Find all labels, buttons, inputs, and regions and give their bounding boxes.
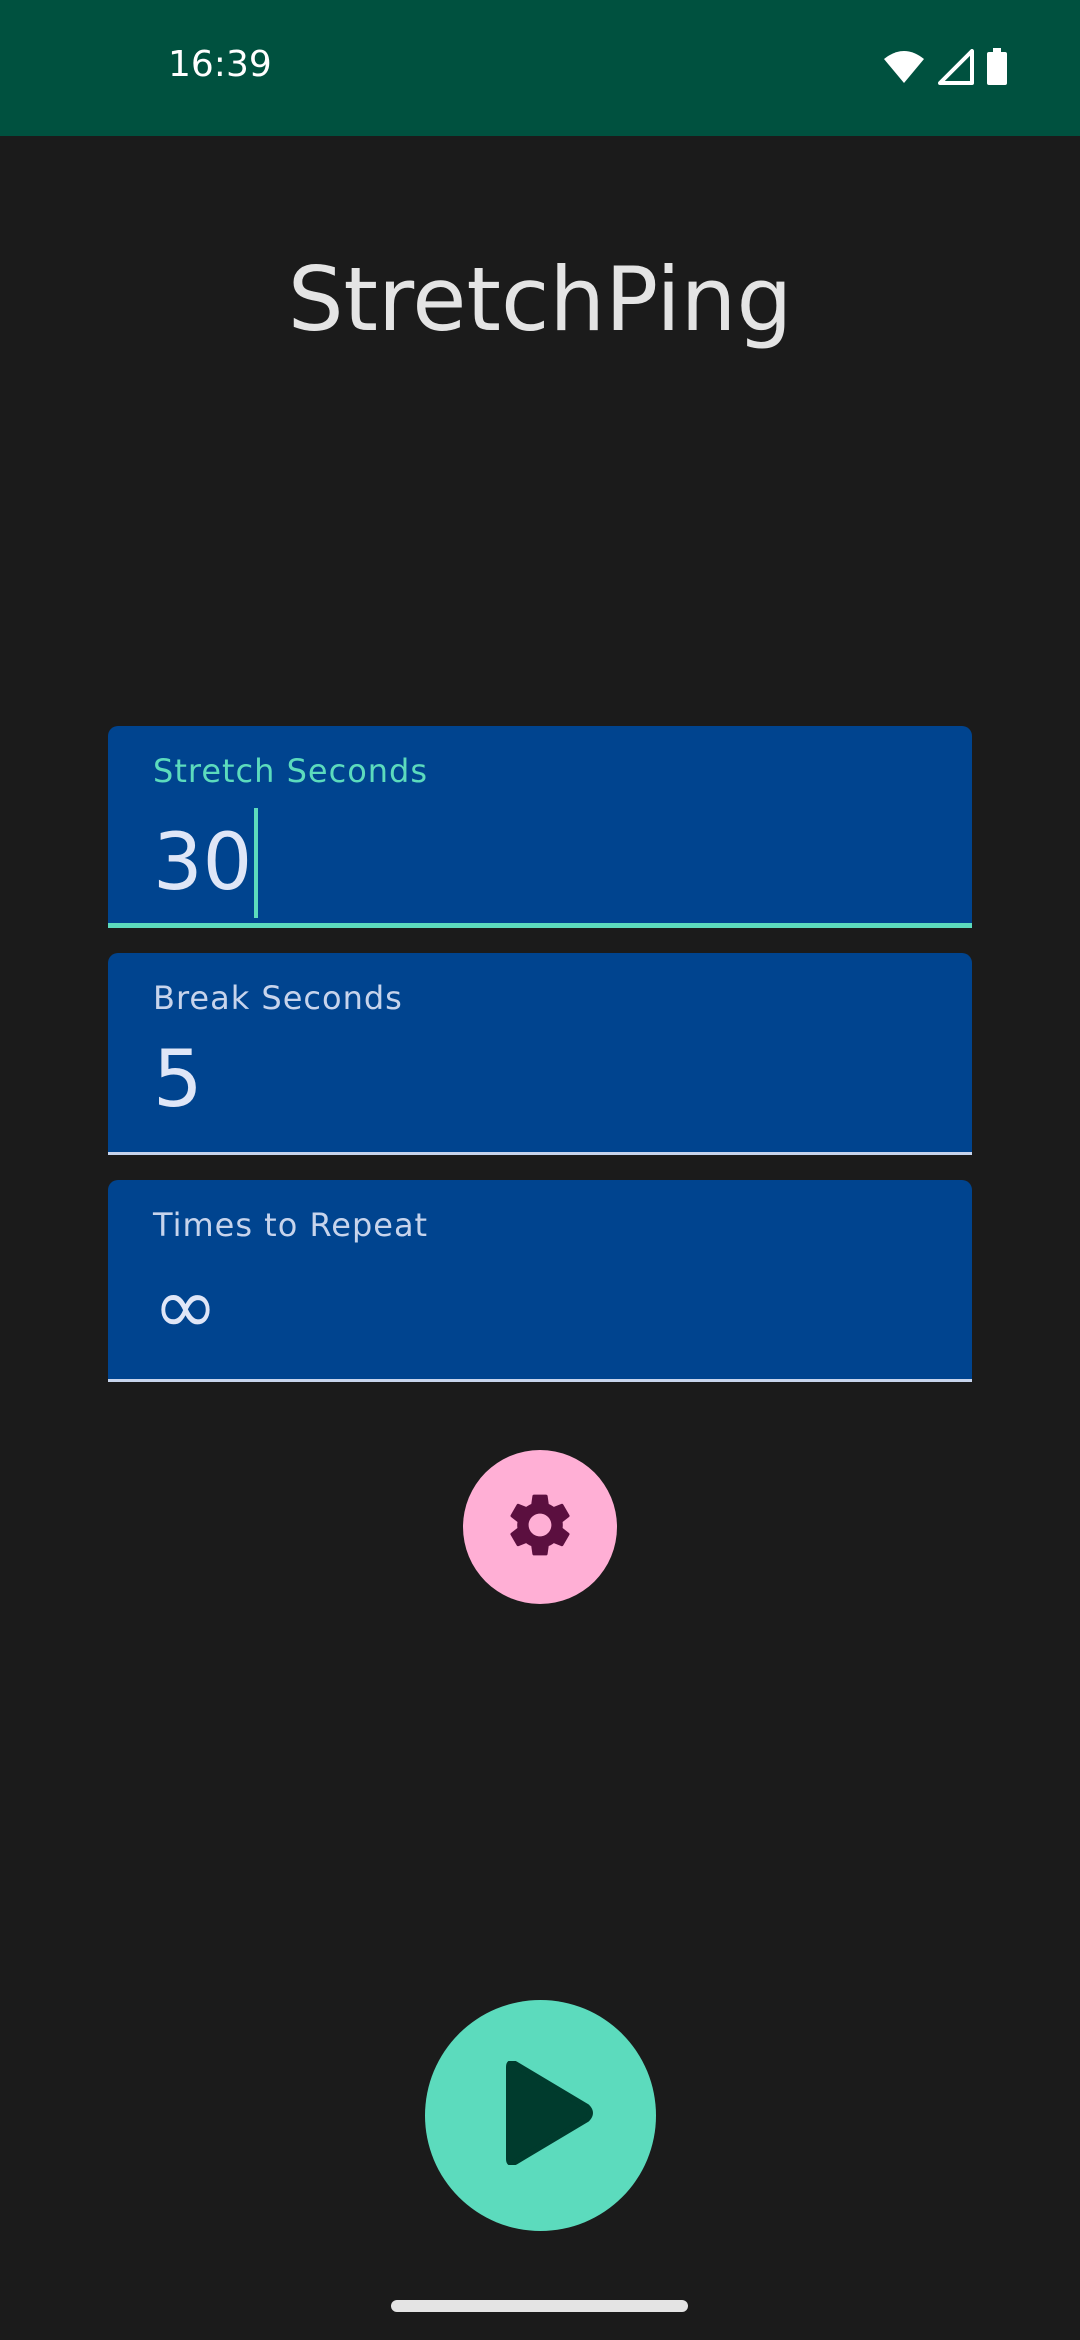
stretch-seconds-value: 30 bbox=[153, 818, 253, 908]
text-caret bbox=[254, 808, 259, 918]
stretch-seconds-label: Stretch Seconds bbox=[153, 752, 429, 790]
battery-icon bbox=[986, 48, 1008, 91]
status-icons bbox=[882, 48, 1008, 91]
wifi-icon bbox=[882, 49, 926, 90]
stretch-seconds-field[interactable]: Stretch Seconds 30 bbox=[108, 726, 972, 928]
settings-button[interactable] bbox=[463, 1450, 617, 1604]
play-icon bbox=[487, 2060, 595, 2170]
break-seconds-field[interactable]: Break Seconds 5 bbox=[108, 953, 972, 1155]
gear-icon bbox=[502, 1487, 578, 1568]
stretch-seconds-input[interactable]: 30 bbox=[153, 808, 259, 918]
play-button[interactable] bbox=[425, 2000, 656, 2231]
break-seconds-value: 5 bbox=[153, 1035, 203, 1125]
break-seconds-label: Break Seconds bbox=[153, 979, 403, 1017]
status-bar: 16:39 bbox=[0, 0, 1080, 136]
break-seconds-input[interactable]: 5 bbox=[153, 1035, 203, 1125]
app-title: StretchPing bbox=[287, 248, 793, 351]
times-to-repeat-field[interactable]: Times to Repeat ∞ bbox=[108, 1180, 972, 1382]
status-time: 16:39 bbox=[168, 44, 272, 85]
times-to-repeat-input[interactable]: ∞ bbox=[153, 1262, 218, 1352]
cellular-signal-icon bbox=[938, 49, 974, 90]
home-indicator[interactable] bbox=[391, 2300, 688, 2312]
times-to-repeat-label: Times to Repeat bbox=[153, 1206, 429, 1244]
times-to-repeat-value: ∞ bbox=[153, 1262, 218, 1352]
